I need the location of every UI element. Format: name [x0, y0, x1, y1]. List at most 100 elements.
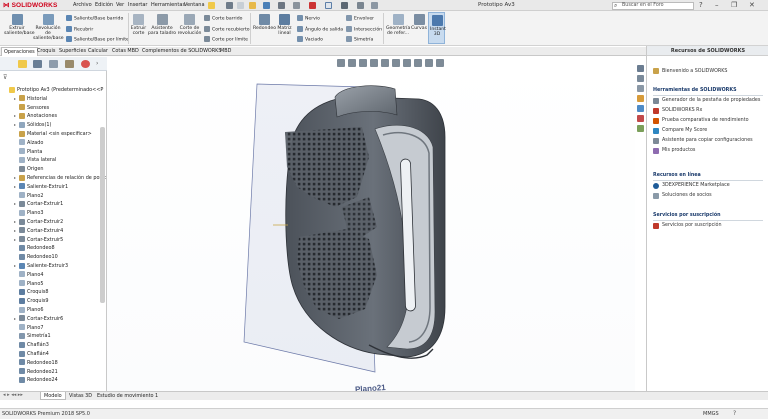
new-document-icon[interactable] [237, 2, 244, 9]
options-gear-icon[interactable] [371, 2, 378, 9]
tree-item[interactable]: Plano7 [14, 324, 44, 332]
tree-item[interactable]: Chaflán3 [14, 341, 49, 349]
filter-icon[interactable]: ⊽ [3, 74, 7, 81]
help-icon[interactable]: ? [699, 1, 703, 9]
view-palette-tab-icon[interactable] [637, 95, 644, 102]
tree-item[interactable]: Prototipo Av3 (Predeterminado<<P [4, 86, 103, 94]
tree-item[interactable]: ▸ Sólidos(1) [14, 121, 51, 129]
boundary-cut-button[interactable]: Corte por límite [204, 36, 248, 44]
tab-superficies[interactable]: Superficies [57, 47, 88, 56]
instant3d-button[interactable]: Instant 3D [428, 12, 446, 44]
extrude-boss-button[interactable]: Extruir saliente/base [4, 14, 35, 36]
tree-item[interactable]: Redondeo18 [14, 359, 58, 367]
menu-edicion[interactable]: Edición [95, 2, 113, 8]
swept-boss-button[interactable]: Saliente/Base barrido [66, 15, 123, 23]
appearances-tab-icon[interactable] [637, 105, 644, 112]
tab-vistas-3d[interactable]: Vistas 3D [66, 392, 95, 400]
tree-item[interactable]: Redondeo8 [14, 244, 55, 252]
tab-estudio-movimiento[interactable]: Estudio de movimiento 1 [94, 392, 161, 400]
tree-item[interactable]: Material <sin especificar> [14, 130, 92, 138]
tree-item[interactable]: ▸ Historial [14, 95, 47, 103]
configuration-manager-tab-icon[interactable] [49, 60, 58, 68]
reference-geometry-button[interactable]: Geometría de refer... [386, 14, 410, 36]
undo-icon[interactable] [293, 2, 300, 9]
menu-insertar[interactable]: Insertar [128, 2, 147, 8]
tab-scroll-arrows-icon[interactable]: ◂ ▸ ◂◂ ▸▸ [3, 392, 23, 398]
tree-item[interactable]: Plano4 [14, 271, 44, 279]
menu-archivo[interactable]: Archivo [73, 2, 92, 8]
rebuild-traffic-icon[interactable] [341, 2, 348, 9]
rib-button[interactable]: Nervio [297, 15, 320, 23]
draft-button[interactable]: Ángulo de salida [297, 26, 343, 34]
tree-item[interactable]: Sensores [14, 104, 49, 112]
online-link-partners[interactable]: Soluciones de socios [662, 193, 712, 198]
tab-modelo[interactable]: Modelo [40, 392, 66, 400]
tree-item[interactable]: Redondeo10 [14, 253, 58, 261]
tree-item[interactable]: Plano3 [14, 209, 44, 217]
tree-item[interactable]: Plano2 [14, 192, 44, 200]
display-manager-tab-icon[interactable] [81, 60, 90, 68]
home-resources-tab-icon[interactable] [637, 65, 644, 72]
dimxpert-tab-icon[interactable] [65, 60, 74, 68]
tool-link-copy-settings[interactable]: Asistente para copiar configuraciones [662, 138, 753, 143]
restore-icon[interactable]: ❐ [731, 1, 737, 9]
tree-item[interactable]: Chaflán4 [14, 350, 49, 358]
tab-calcular[interactable]: Calcular [86, 47, 110, 56]
wrap-button[interactable]: Envolver [346, 15, 374, 23]
tool-link-my-products[interactable]: Mis productos [662, 148, 695, 153]
menu-ventana[interactable]: Ventana [184, 2, 205, 8]
subscription-link[interactable]: Servicios por suscripción [662, 223, 722, 228]
tree-item[interactable]: ▸ Cortar-Extruir5 [14, 236, 63, 244]
open-icon[interactable] [249, 2, 256, 9]
online-link-marketplace[interactable]: 3DEXPERIENCE Marketplace [662, 183, 730, 188]
file-properties-icon[interactable] [357, 2, 364, 9]
save-icon[interactable] [263, 2, 270, 9]
tool-link-benchmark[interactable]: Prueba comparativa de rendimiento [662, 118, 749, 123]
tree-item[interactable]: Alzado [14, 139, 43, 147]
tree-item[interactable]: Plano5 [14, 280, 44, 288]
lofted-cut-button[interactable]: Corte recubierto [204, 26, 250, 34]
tree-item[interactable]: Croquis9 [14, 297, 49, 305]
tree-item[interactable]: Planta [14, 148, 42, 156]
pin-icon[interactable] [208, 2, 215, 9]
close-icon[interactable]: ✕ [749, 1, 755, 9]
curves-button[interactable]: Curvas [411, 14, 427, 31]
tab-croquis[interactable]: Croquis [35, 47, 57, 56]
tree-item[interactable]: ▸ Referencias de relación de posic [14, 174, 106, 182]
expand-panel-icon[interactable]: › [96, 60, 98, 67]
tree-item[interactable]: Croquis8 [14, 288, 49, 296]
swept-cut-button[interactable]: Corte barrido [204, 15, 242, 23]
welcome-link[interactable]: Bienvenido a SOLIDWORKS [662, 69, 727, 74]
menu-herramientas[interactable]: Herramientas [151, 2, 185, 8]
revolve-cut-button[interactable]: Corte de revolución [176, 14, 203, 36]
lofted-boss-button[interactable]: Recubrir [66, 26, 93, 34]
solidworks-forum-tab-icon[interactable] [637, 125, 644, 132]
file-explorer-tab-icon[interactable] [637, 85, 644, 92]
status-help-icon[interactable]: ? [733, 410, 736, 417]
tool-link-property-tab-builder[interactable]: Generador de la pestaña de propiedades [662, 98, 760, 103]
mirror-button[interactable]: Simetría [346, 36, 373, 44]
hole-wizard-button[interactable]: Asistente para taladro [148, 14, 176, 36]
tab-cotas-mbd[interactable]: Cotas MBD [110, 47, 141, 56]
feature-tree-scrollbar[interactable] [100, 127, 105, 303]
menu-ver[interactable]: Ver [116, 2, 124, 8]
shell-button[interactable]: Vaciado [297, 36, 323, 44]
revolve-boss-button[interactable]: Revolución de saliente/base [33, 14, 64, 41]
tab-operaciones[interactable]: Operaciones [1, 47, 38, 56]
tree-item[interactable]: Plano6 [14, 306, 44, 314]
tree-item[interactable]: Simetría1 [14, 332, 51, 340]
tree-item[interactable]: ▸ Anotaciones [14, 112, 57, 120]
tree-item[interactable]: Origen [14, 165, 43, 173]
feature-tree-tab-icon[interactable] [18, 60, 27, 68]
select-icon[interactable] [325, 2, 332, 9]
linear-pattern-button[interactable]: Matriz lineal [277, 14, 292, 36]
tool-link-compare-score[interactable]: Compare My Score [662, 128, 707, 133]
tree-item[interactable]: Vista lateral [14, 156, 56, 164]
solidworks-logo[interactable]: ⋈ SOLIDWORKS [3, 1, 57, 9]
property-manager-tab-icon[interactable] [33, 60, 42, 68]
minimize-icon[interactable]: – [715, 1, 719, 9]
tree-item[interactable]: Redondeo21 [14, 368, 58, 376]
extrude-cut-button[interactable]: Extruir corte [130, 14, 147, 36]
custom-properties-tab-icon[interactable] [637, 115, 644, 122]
print-icon[interactable] [278, 2, 285, 9]
